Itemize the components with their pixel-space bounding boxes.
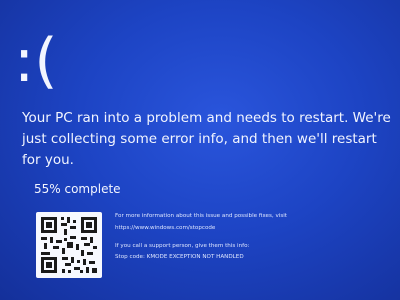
stopcode-url: https://www.windows.com/stopcode [115, 225, 216, 231]
error-message: Your PC ran into a problem and needs to … [22, 110, 391, 168]
qr-code-graphic [41, 217, 97, 273]
stop-code-text: Stop code: KMODE EXCEPTION NOT HANDLED [115, 254, 244, 260]
qr-code-icon [36, 212, 102, 278]
sad-face-emoticon: :( [14, 26, 58, 96]
support-text: If you call a support person, give them … [115, 243, 250, 249]
progress-text: 55% complete [34, 182, 121, 196]
stopcode-info: For more information about this issue an… [115, 212, 395, 261]
more-info-text: For more information about this issue an… [115, 213, 287, 219]
